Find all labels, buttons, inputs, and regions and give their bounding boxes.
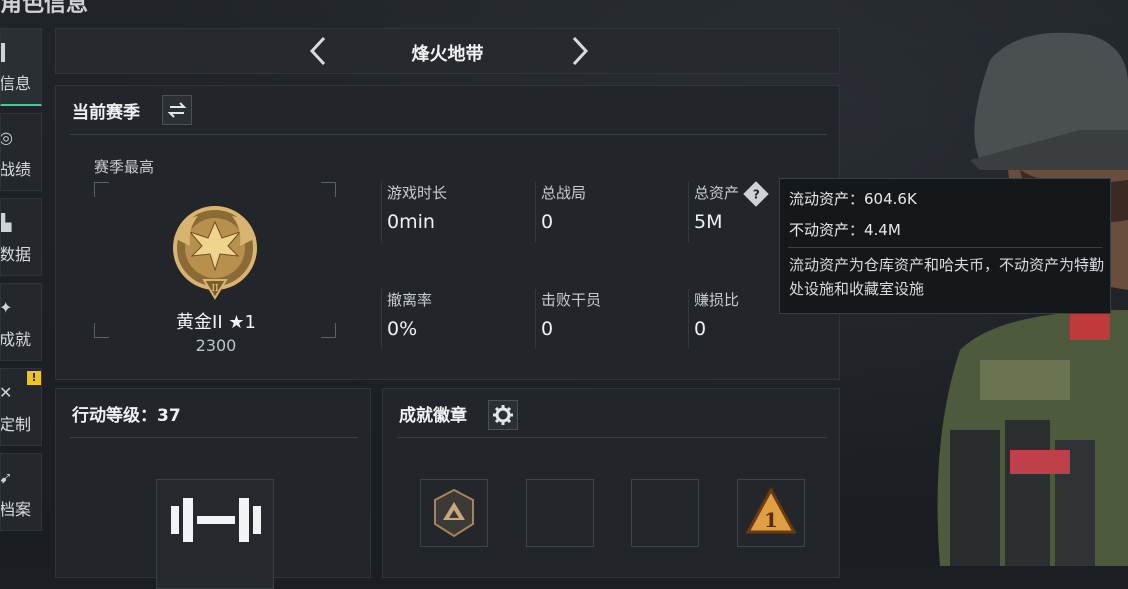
sidebar-item-label: 信息	[0, 74, 32, 93]
mode-selector: 烽火地带	[55, 28, 840, 74]
season-panel: 当前赛季 赛季最高 II 黄金II ★1 2300 游戏时长 0min 总战局 …	[55, 85, 840, 380]
gold-rank-medal-icon: II	[173, 206, 257, 300]
fixed-assets-text: 不动资产：4.4M	[789, 221, 901, 239]
sidebar-item-data[interactable]: ▙ 数据	[0, 198, 42, 276]
stat-value: 0	[541, 211, 554, 233]
stat-operators-defeated: 击败干员 0	[535, 289, 681, 349]
dumbbell-icon	[171, 498, 261, 542]
assets-tooltip: 流动资产：604.6K 不动资产：4.4M 流动资产为仓库资产和哈夫币，不动资产…	[779, 178, 1111, 314]
star-icon: ✦	[0, 298, 13, 317]
badges-title: 成就徽章	[399, 406, 467, 426]
season-best-label: 赛季最高	[94, 158, 155, 176]
sidebar-item-label: 成就	[0, 330, 32, 349]
gear-icon	[493, 405, 513, 425]
next-mode-button[interactable]	[564, 35, 594, 67]
stat-value: 0%	[387, 318, 418, 340]
stat-label: 击败干员	[541, 291, 602, 309]
swap-icon	[167, 102, 187, 118]
stat-label: 撤离率	[387, 291, 433, 309]
switch-season-button[interactable]	[162, 95, 192, 125]
badge-slot-1[interactable]	[420, 479, 488, 547]
rank-score: 2300	[195, 336, 237, 355]
season-title: 当前赛季	[72, 103, 140, 123]
achievement-badges-panel: 成就徽章 1	[382, 388, 840, 578]
operation-level-title: 行动等级：37	[72, 406, 181, 426]
rank-name: 黄金II ★1	[176, 312, 256, 333]
help-icon[interactable]: ?	[743, 180, 769, 207]
badge-slot-3[interactable]	[631, 479, 699, 547]
sidebar-item-info[interactable]: ▌ 信息	[0, 28, 42, 106]
sidebar-item-label: 定制	[0, 415, 32, 434]
stat-value: 0	[694, 318, 707, 340]
operation-level-panel: 行动等级：37	[55, 388, 371, 589]
triangle-badge-icon	[434, 488, 474, 538]
chevron-right-icon	[572, 36, 589, 66]
sidebar-item-label: 数据	[0, 245, 32, 264]
assets-description: 流动资产为仓库资产和哈夫币，不动资产为特勤处设施和收藏室设施	[789, 256, 1105, 298]
divider	[70, 437, 358, 438]
level-tile[interactable]	[156, 479, 274, 589]
stat-extraction-rate: 撤离率 0%	[381, 289, 527, 349]
info-icon: ▌	[0, 43, 12, 62]
page-title: 角色信息	[0, 0, 89, 17]
stat-label: 游戏时长	[387, 184, 448, 202]
stat-total-matches: 总战局 0	[535, 182, 681, 242]
divider	[397, 437, 827, 438]
sidebar-item-record[interactable]: ◎ 战绩	[0, 113, 42, 191]
stat-value: 0	[541, 318, 554, 340]
sidebar-item-label: 战绩	[0, 160, 32, 179]
liquid-assets-text: 流动资产：604.6K	[789, 190, 917, 208]
data-icon: ▙	[0, 213, 12, 232]
badge-settings-button[interactable]	[488, 400, 518, 430]
wrench-icon: ✕	[0, 383, 13, 402]
stat-value: 0min	[387, 211, 435, 233]
rank-one-badge-icon: 1	[745, 486, 797, 534]
svg-text:1: 1	[764, 508, 778, 532]
file-icon: ➹	[0, 468, 13, 487]
warning-badge: !	[27, 371, 41, 385]
stat-label: 总资产	[694, 184, 740, 202]
sidebar-item-label: 档案	[0, 500, 32, 519]
sidebar-item-archive[interactable]: ➹ 档案	[0, 453, 42, 531]
badge-slot-4[interactable]: 1	[737, 479, 805, 547]
sidebar-item-customize[interactable]: ✕ ! 定制	[0, 368, 42, 446]
divider	[70, 134, 827, 135]
svg-text:II: II	[211, 284, 219, 294]
stat-playtime: 游戏时长 0min	[381, 182, 527, 242]
badge-slot-2[interactable]	[526, 479, 594, 547]
side-navigation: ▌ 信息 ◎ 战绩 ▙ 数据 ✦ 成就 ✕ ! 定制 ➹ 档案	[0, 28, 44, 538]
divider	[788, 247, 1102, 248]
stat-label: 总战局	[541, 184, 587, 202]
target-icon: ◎	[0, 128, 13, 147]
sidebar-item-achievement[interactable]: ✦ 成就	[0, 283, 42, 361]
mode-name: 烽火地带	[411, 44, 484, 65]
